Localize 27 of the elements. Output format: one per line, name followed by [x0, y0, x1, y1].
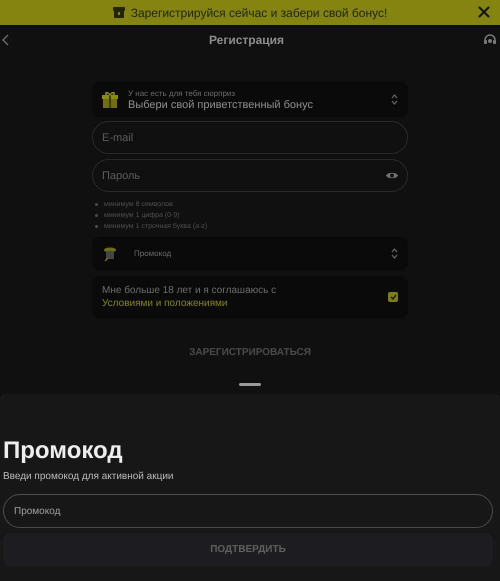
terms-checkbox[interactable] — [388, 292, 398, 302]
drag-handle[interactable] — [239, 383, 261, 386]
bullet-icon — [95, 214, 98, 216]
sheet-subtitle: Введи промокод для активной акции — [3, 471, 175, 482]
close-icon[interactable] — [478, 6, 490, 18]
box-icon — [112, 6, 125, 19]
gift-icon — [102, 90, 118, 108]
bonus-select-value: Выбери свой приветственный бонус — [128, 98, 314, 110]
promo-banner-text: Зарегистрируйся сейчас и забери свой бонус! — [130, 6, 388, 20]
page-title: Регистрация — [208, 33, 284, 47]
eye-icon[interactable] — [385, 171, 399, 180]
bonus-select[interactable]: У нас есть для тебя сюрприз Выбери свой приветственный бонус — [92, 82, 408, 117]
bonus-caption: У нас есть для тебя сюрприз — [128, 88, 236, 98]
bullet-icon — [95, 202, 98, 206]
back-button[interactable] — [2, 34, 10, 46]
up-down-chevron-icon — [391, 248, 398, 259]
password-field[interactable]: Пароль — [92, 159, 408, 192]
promo-code-field[interactable]: Промокод — [3, 494, 493, 528]
headset-icon[interactable] — [482, 33, 497, 47]
terms-link[interactable]: Условиями и положениями — [102, 298, 228, 309]
terms-text: Мне больше 18 лет и я соглашаюсь с Условиями и положениями — [102, 284, 278, 310]
sheet-title: Промокод — [3, 437, 124, 465]
bullet-icon — [95, 224, 98, 228]
up-down-chevron-icon — [391, 94, 398, 105]
promo-code-select[interactable]: Промокод — [92, 237, 408, 270]
email-field[interactable]: E-mail — [92, 121, 408, 154]
hat-icon — [102, 246, 118, 262]
